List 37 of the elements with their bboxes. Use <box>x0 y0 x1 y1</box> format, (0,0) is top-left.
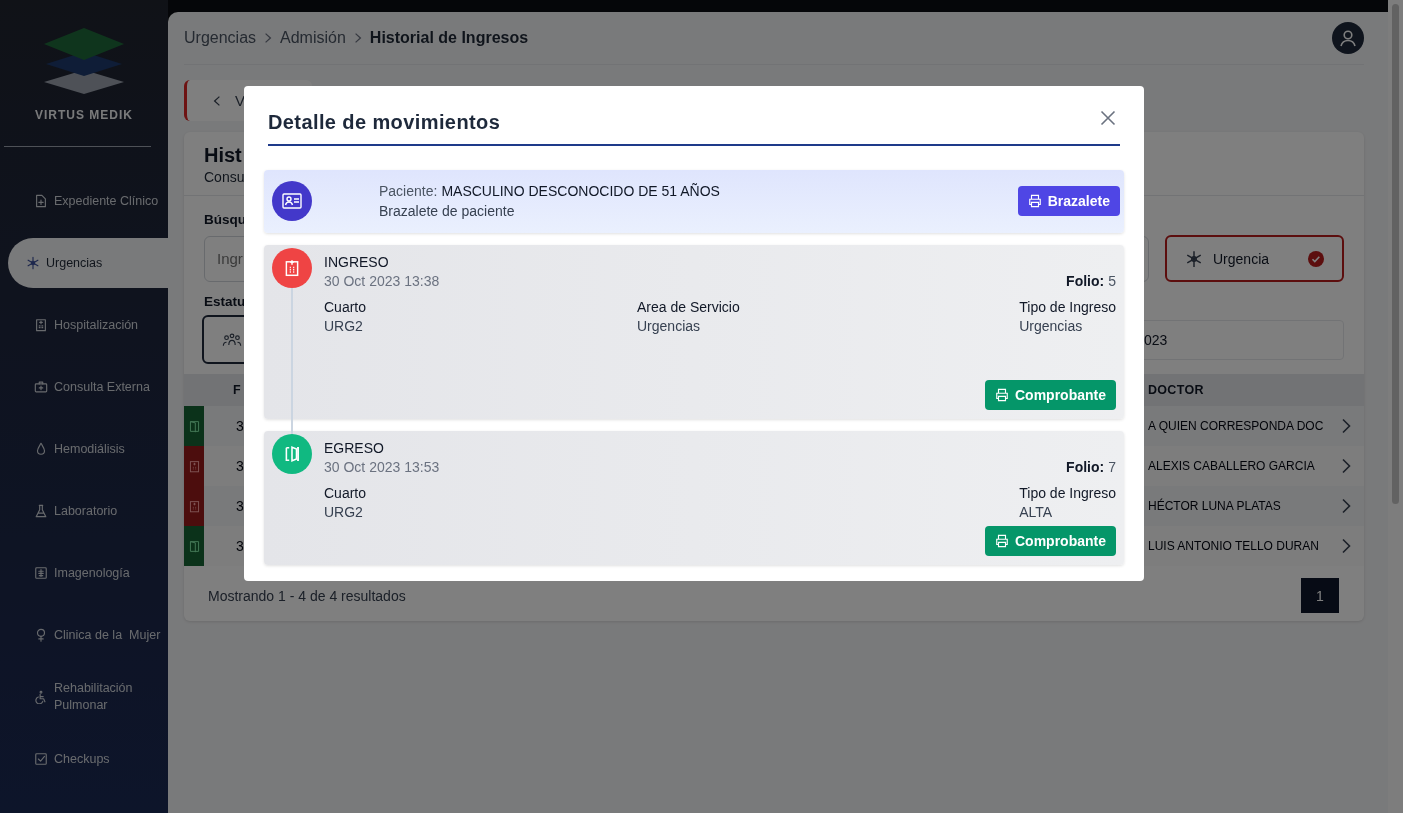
patient-subtitle: Brazalete de paciente <box>379 203 516 219</box>
patient-label: Paciente: <box>379 183 438 199</box>
patient-name: MASCULINO DESCONOCIDO DE 51 AÑOS <box>441 183 720 199</box>
table-cell-text: 3 <box>235 458 244 474</box>
folio-label: Folio: <box>1066 273 1105 289</box>
field-value: Urgencias <box>1019 318 1084 334</box>
field-label: Tipo de Ingreso <box>1019 299 1116 315</box>
movement-type: EGRESO <box>324 440 385 456</box>
column-header: DOCTOR <box>1148 383 1204 397</box>
table-cell: A QUIEN CORRESPONDA DOC <box>1148 419 1324 433</box>
brand-name: VIRTUS MEDIK <box>35 108 133 122</box>
movement-date: 30 Oct 2023 13:38 <box>324 273 440 289</box>
table-cell: LUIS ANTONIO TELLO DURAN <box>1148 539 1319 553</box>
field-value: URG2 <box>324 318 364 334</box>
status-label: Estatu <box>204 294 246 309</box>
field-label: Tipo de Ingreso <box>1019 485 1116 501</box>
field-label: Cuarto <box>324 485 368 501</box>
field-value: ALTA <box>1019 504 1054 520</box>
page-title: Hist <box>204 144 242 167</box>
table-cell: HÉCTOR LUNA PLATAS <box>1148 499 1281 513</box>
field-label: Area de Servicio <box>637 299 741 315</box>
table-cell-text: 3 <box>235 538 244 554</box>
column-header: F <box>232 383 241 397</box>
table-cell: ALEXIS CABALLERO GARCIA <box>1148 459 1315 473</box>
table-cell-text: 3 <box>235 498 244 514</box>
folio-number: 7 <box>1108 459 1116 475</box>
folio-number: 5 <box>1108 273 1116 289</box>
movement-type: INGRESO <box>324 254 390 270</box>
field-label: Cuarto <box>324 299 368 315</box>
folio-label: Folio: <box>1066 459 1105 475</box>
movement-date: 30 Oct 2023 13:53 <box>324 459 440 475</box>
results-summary: Mostrando 1 - 4 de 4 resultados <box>208 587 406 604</box>
page-subtitle: Consu <box>204 169 245 185</box>
table-cell-text: 3 <box>235 418 244 434</box>
field-value: URG2 <box>324 504 364 520</box>
field-value: Urgencias <box>637 318 702 334</box>
search-label: Búsqu <box>204 212 246 227</box>
